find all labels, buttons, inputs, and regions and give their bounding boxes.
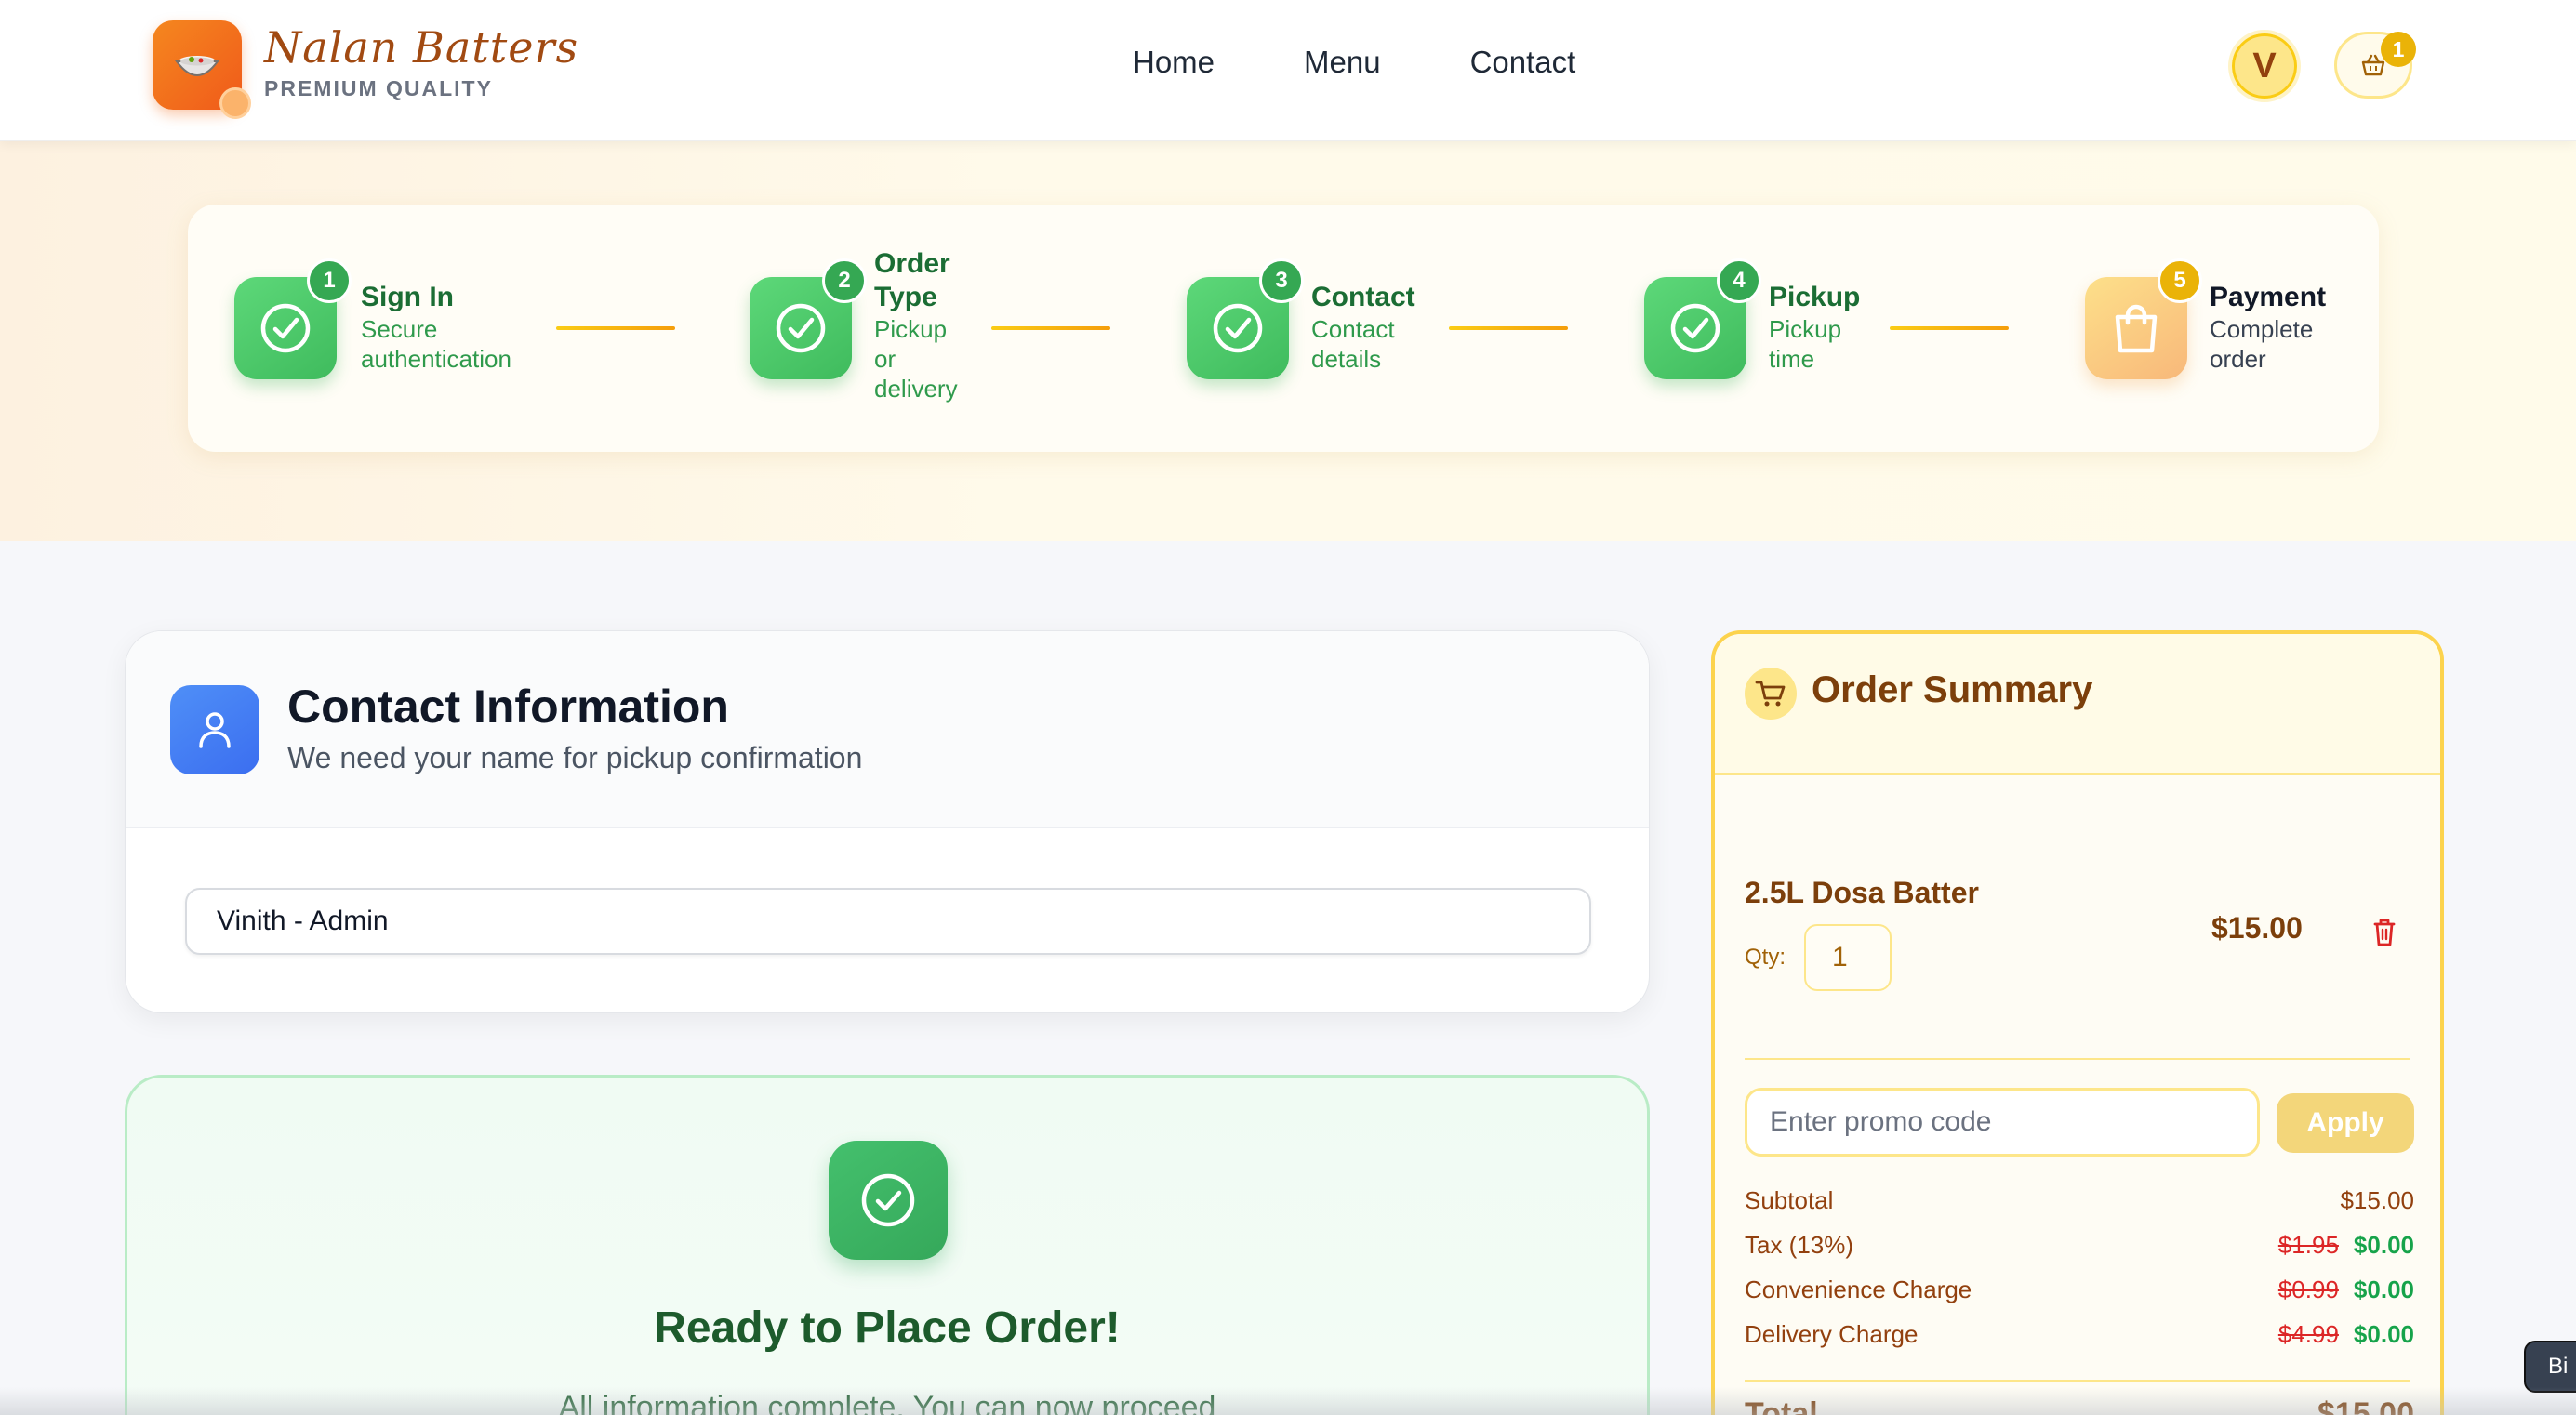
ready-subtitle: All information complete. You can now pr… <box>558 1390 1216 1415</box>
site-header: Nalan Batters PREMIUM QUALITY Home Menu … <box>0 0 2576 141</box>
item-name: 2.5L Dosa Batter <box>1745 876 1979 909</box>
name-input[interactable] <box>185 888 1591 955</box>
quantity-input[interactable] <box>1804 924 1892 991</box>
total-value: $15.00 <box>2317 1396 2414 1415</box>
tax-row: Tax (13%) $1.95 $0.00 <box>1745 1231 2414 1268</box>
step-5-title: Payment <box>2210 282 2327 312</box>
main-nav: Home Menu Contact <box>1133 45 1575 80</box>
step-3-number: 3 <box>1259 258 1304 303</box>
step-4-desc: Pickup <box>1769 315 1842 343</box>
step-1-number: 1 <box>307 258 352 303</box>
step-3-title: Contact <box>1311 282 1415 312</box>
step-4-title: Pickup <box>1769 282 1861 312</box>
step-1-title: Sign In <box>361 282 454 312</box>
ready-to-order-card: Ready to Place Order! All information co… <box>125 1075 1650 1415</box>
item-price: $15.00 <box>2211 911 2303 945</box>
order-summary-title: Order Summary <box>1812 669 2093 710</box>
step-1-desc: authentication <box>361 345 511 373</box>
step-connector <box>991 326 1110 330</box>
tax-label: Tax (13%) <box>1745 1231 1854 1259</box>
logo-dot <box>219 87 251 119</box>
tax-value: $0.00 <box>2353 1231 2414 1259</box>
brand-name[interactable]: Nalan Batters <box>264 22 578 73</box>
subtotal-value: $15.00 <box>2340 1186 2414 1214</box>
step-2-title: Order Type <box>874 248 950 312</box>
step-connector <box>1449 326 1568 330</box>
step-2-number: 2 <box>822 258 867 303</box>
step-1-text: Sign In Secure authentication <box>361 281 511 374</box>
delivery-label: Delivery Charge <box>1745 1320 1919 1348</box>
delivery-charge-row: Delivery Charge $4.99 $0.00 <box>1745 1320 2414 1357</box>
step-5-desc: order <box>2210 345 2266 373</box>
contact-card-header: Contact Information We need your name fo… <box>126 631 1649 828</box>
convenience-label: Convenience Charge <box>1745 1276 1972 1303</box>
total-label: Total <box>1745 1396 1818 1415</box>
convenience-original: $0.99 <box>2277 1276 2339 1303</box>
user-avatar[interactable]: V <box>2228 30 2301 102</box>
step-2-desc: delivery <box>874 375 958 403</box>
step-3-text: Contact Contact details <box>1311 281 1415 374</box>
step-4-number: 4 <box>1717 258 1761 303</box>
step-1-desc: Secure <box>361 315 438 343</box>
step-connector <box>556 326 675 330</box>
brand-tagline: PREMIUM QUALITY <box>264 76 493 100</box>
step-4-desc: time <box>1769 345 1815 373</box>
step-5-desc: Complete <box>2210 315 2314 343</box>
tax-original: $1.95 <box>2277 1231 2339 1259</box>
nav-contact[interactable]: Contact <box>1470 45 1576 80</box>
step-3-desc: details <box>1311 345 1382 373</box>
floating-tooltip[interactable]: Bi <box>2524 1341 2576 1393</box>
brand-logo[interactable] <box>153 20 251 119</box>
step-2-text: Order Type Pickup or delivery <box>874 247 967 403</box>
subtotal-label: Subtotal <box>1745 1186 1834 1214</box>
contact-title: Contact Information <box>287 681 729 733</box>
cart-count-badge: 1 <box>2381 32 2416 67</box>
ready-title: Ready to Place Order! <box>654 1303 1121 1353</box>
delivery-original: $4.99 <box>2277 1320 2339 1348</box>
contact-information-card: Contact Information We need your name fo… <box>125 630 1650 1013</box>
nav-home[interactable]: Home <box>1133 45 1215 80</box>
step-connector <box>1890 326 2009 330</box>
qty-label: Qty: <box>1745 945 1786 970</box>
checkout-stepper: 1 Sign In Secure authentication 2 Order … <box>188 205 2379 452</box>
step-3-desc: Contact <box>1311 315 1395 343</box>
convenience-charge-row: Convenience Charge $0.99 $0.00 <box>1745 1276 2414 1313</box>
nav-menu[interactable]: Menu <box>1304 45 1381 80</box>
promo-code-input[interactable] <box>1745 1088 2260 1157</box>
user-icon <box>170 685 259 774</box>
summary-divider <box>1745 1380 2410 1382</box>
summary-divider <box>1745 1058 2410 1060</box>
step-4-text: Pickup Pickup time <box>1769 281 1860 374</box>
step-2-desc: or <box>874 345 896 373</box>
check-circle-icon <box>829 1141 948 1260</box>
contact-subtitle: We need your name for pickup confirmatio… <box>287 741 863 774</box>
apply-promo-button[interactable]: Apply <box>2277 1093 2414 1153</box>
order-summary-header: Order Summary <box>1715 634 2440 775</box>
convenience-value: $0.00 <box>2353 1276 2414 1303</box>
subtotal-row: Subtotal $15.00 <box>1745 1186 2414 1223</box>
bowl-icon <box>175 56 219 76</box>
step-5-number: 5 <box>2158 258 2202 303</box>
trash-icon[interactable] <box>2366 913 2403 950</box>
shopping-cart-icon <box>1745 668 1797 720</box>
delivery-value: $0.00 <box>2353 1320 2414 1348</box>
step-2-desc: Pickup <box>874 315 948 343</box>
order-summary-panel: Order Summary 2.5L Dosa Batter Qty: $15.… <box>1711 630 2444 1415</box>
step-5-text: Payment Complete order <box>2210 281 2326 374</box>
